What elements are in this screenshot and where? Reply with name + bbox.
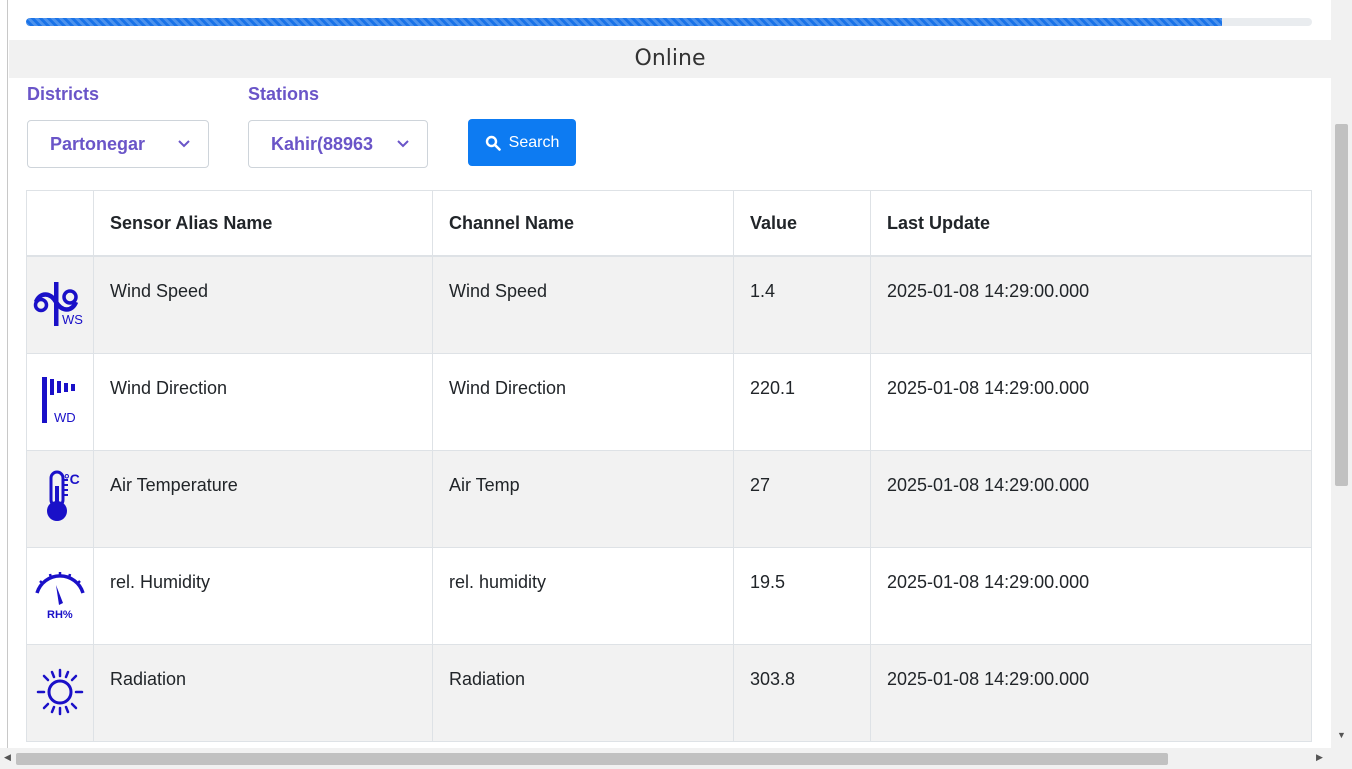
cell-sensor-alias: Wind Speed <box>93 255 433 354</box>
cell-channel-name: Air Temp <box>432 449 734 548</box>
table-row: °C Air Temperature Air Temp 27 2025-01-0… <box>26 449 1312 548</box>
search-icon <box>485 135 501 151</box>
table-row: Radiation Radiation 303.8 2025-01-08 14:… <box>26 643 1312 742</box>
scroll-left-arrow-icon[interactable]: ◀ <box>4 752 11 763</box>
cell-last-update: 2025-01-08 14:29:00.000 <box>870 255 1312 354</box>
rh-icon-text: RH% <box>47 609 73 621</box>
cell-value: 1.4 <box>733 255 871 354</box>
chevron-down-icon <box>178 140 190 148</box>
chevron-down-icon <box>397 140 409 148</box>
station-select-value: Kahir(88963 <box>271 133 374 154</box>
thermometer-icon: °C <box>47 470 80 521</box>
district-select-value: Partonegar <box>50 133 146 154</box>
horizontal-scrollbar[interactable]: ◀ ▶ <box>0 748 1331 769</box>
table-header-row: Sensor Alias Name Channel Name Value Las… <box>26 190 1312 257</box>
wd-icon-text: WD <box>54 410 76 425</box>
cell-last-update: 2025-01-08 14:29:00.000 <box>870 352 1312 451</box>
cell-value: 303.8 <box>733 643 871 742</box>
scroll-right-arrow-icon[interactable]: ▶ <box>1316 752 1323 763</box>
cell-channel-name: Wind Speed <box>432 255 734 354</box>
cell-sensor-alias: Air Temperature <box>93 449 433 548</box>
humidity-gauge-icon: RH% <box>35 572 85 621</box>
cell-channel-name: rel. humidity <box>432 546 734 645</box>
row-icon-cell: WD <box>26 352 94 451</box>
window-left-border <box>7 0 8 769</box>
sensor-table: Sensor Alias Name Channel Name Value Las… <box>26 190 1312 742</box>
sun-radiation-icon <box>36 668 84 716</box>
wind-direction-icon: WD <box>42 377 76 425</box>
row-icon-cell: WS <box>26 255 94 354</box>
table-row: WS Wind Speed Wind Speed 1.4 2025-01-08 … <box>26 255 1312 354</box>
scroll-down-arrow-icon[interactable]: ▼ <box>1337 730 1346 740</box>
loading-progress <box>26 18 1312 26</box>
header-last-update: Last Update <box>870 190 1312 257</box>
header-icon <box>26 190 94 257</box>
vertical-scroll-thumb[interactable] <box>1335 124 1348 486</box>
cell-last-update: 2025-01-08 14:29:00.000 <box>870 546 1312 645</box>
scrollbar-corner <box>1331 748 1352 769</box>
vertical-scrollbar[interactable]: ▼ <box>1331 0 1352 748</box>
search-button[interactable]: Search <box>468 119 576 166</box>
row-icon-cell <box>26 643 94 742</box>
cell-sensor-alias: Radiation <box>93 643 433 742</box>
row-icon-cell: °C <box>26 449 94 548</box>
cell-channel-name: Radiation <box>432 643 734 742</box>
cell-value: 27 <box>733 449 871 548</box>
progress-bar-fill <box>26 18 1222 26</box>
cell-sensor-alias: rel. Humidity <box>93 546 433 645</box>
cell-value: 19.5 <box>733 546 871 645</box>
stations-label: Stations <box>248 84 320 104</box>
districts-label: Districts <box>27 84 100 104</box>
cell-channel-name: Wind Direction <box>432 352 734 451</box>
horizontal-scroll-thumb[interactable] <box>16 753 1168 765</box>
table-row: WD Wind Direction Wind Direction 220.1 2… <box>26 352 1312 451</box>
district-select[interactable]: Partonegar <box>27 120 209 168</box>
temp-unit-text: °C <box>64 471 80 487</box>
header-value: Value <box>733 190 871 257</box>
cell-last-update: 2025-01-08 14:29:00.000 <box>870 449 1312 548</box>
wind-speed-icon: WS <box>33 282 83 327</box>
header-sensor-alias: Sensor Alias Name <box>93 190 433 257</box>
cell-last-update: 2025-01-08 14:29:00.000 <box>870 643 1312 742</box>
table-row: RH% rel. Humidity rel. humidity 19.5 202… <box>26 546 1312 645</box>
station-select[interactable]: Kahir(88963 <box>248 120 428 168</box>
ws-icon-text: WS <box>62 312 83 327</box>
search-button-label: Search <box>508 133 560 151</box>
status-banner: Online <box>9 40 1331 78</box>
header-channel-name: Channel Name <box>432 190 734 257</box>
row-icon-cell: RH% <box>26 546 94 645</box>
cell-sensor-alias: Wind Direction <box>93 352 433 451</box>
cell-value: 220.1 <box>733 352 871 451</box>
